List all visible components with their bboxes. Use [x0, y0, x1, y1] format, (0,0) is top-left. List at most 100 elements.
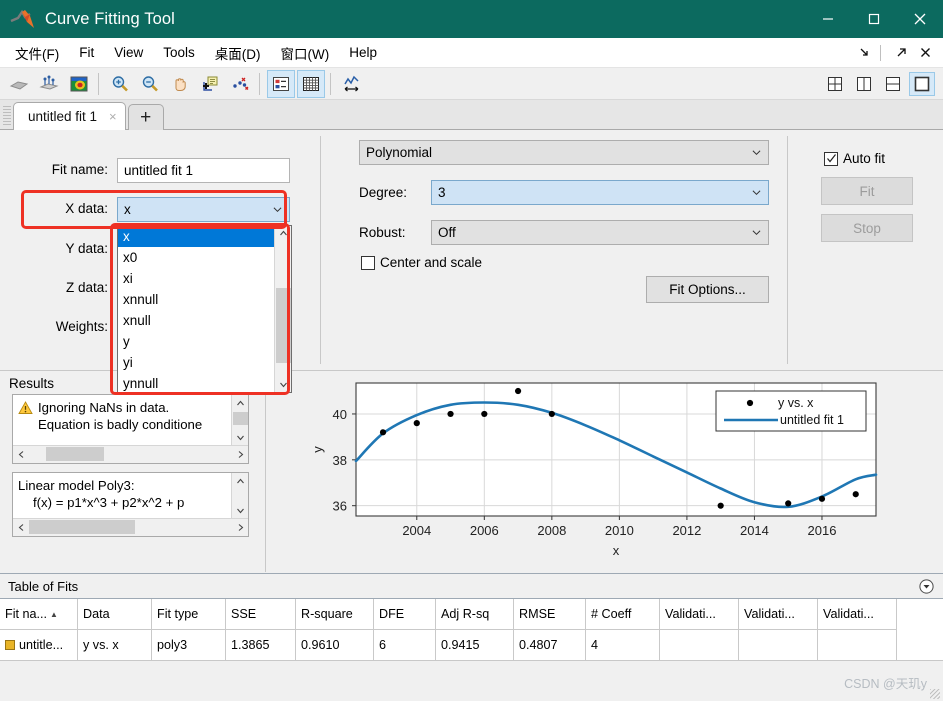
fit-plot-panel[interactable]: 2004 2006 2008 2010 2012 2014 2016 36 38 40 x y y vs… — [265, 370, 943, 572]
dropdown-option-y[interactable]: y — [118, 331, 274, 352]
dropdown-option-xnnull[interactable]: xnnull — [118, 289, 274, 310]
hscroll-thumb[interactable] — [29, 520, 135, 534]
layout-vertical-icon[interactable] — [851, 72, 877, 96]
scroll-up-icon[interactable] — [232, 395, 248, 411]
dropdown-option-x0[interactable]: x0 — [118, 247, 274, 268]
menu-item-tools[interactable]: Tools — [154, 42, 204, 63]
axes-limits-icon[interactable] — [338, 70, 366, 98]
table-cell[interactable]: poly3 — [152, 630, 226, 661]
table-header-cell[interactable]: Validati... — [818, 599, 897, 630]
add-fit-button[interactable]: + — [127, 104, 164, 130]
table-cell[interactable] — [818, 630, 897, 661]
residuals-plot-icon[interactable] — [35, 70, 63, 98]
scroll-down-icon[interactable] — [232, 502, 248, 518]
menu-item-file[interactable]: 文件(F) — [6, 40, 68, 66]
resize-grip[interactable] — [930, 689, 940, 699]
fit-name-input[interactable] — [117, 158, 290, 183]
table-cell[interactable]: 4 — [586, 630, 660, 661]
fit-type-combobox[interactable]: Polynomial — [359, 140, 769, 165]
hscroll-thumb[interactable] — [46, 447, 104, 461]
stop-button[interactable]: Stop — [821, 214, 913, 242]
table-header-cell[interactable]: # Coeff — [586, 599, 660, 630]
minimize-panel-icon[interactable] — [854, 43, 874, 63]
pan-icon[interactable] — [166, 70, 194, 98]
chevron-down-circle-icon[interactable] — [919, 578, 934, 594]
menu-item-help[interactable]: Help — [340, 42, 386, 63]
table-cell[interactable]: 0.9610 — [296, 630, 374, 661]
close-button[interactable] — [897, 0, 943, 38]
menu-item-window[interactable]: 窗口(W) — [272, 40, 339, 66]
fit-plot[interactable]: 2004 2006 2008 2010 2012 2014 2016 36 38 40 x y y vs… — [266, 371, 943, 571]
legend-icon[interactable] — [267, 69, 295, 98]
results-warning-vscroll[interactable] — [231, 395, 248, 445]
scroll-right-icon[interactable] — [232, 523, 248, 532]
close-icon[interactable]: × — [109, 109, 117, 124]
dropdown-scrollbar[interactable] — [274, 226, 291, 392]
vscroll-thumb[interactable] — [233, 412, 248, 425]
dropdown-option-xnull[interactable]: xnull — [118, 310, 274, 331]
table-header-cell[interactable]: Data — [78, 599, 152, 630]
table-header-cell[interactable]: Fit type — [152, 599, 226, 630]
robust-combobox[interactable]: Off — [431, 220, 769, 245]
dropdown-option-xi[interactable]: xi — [118, 268, 274, 289]
undock-icon[interactable] — [891, 43, 911, 63]
center-and-scale-checkbox[interactable]: Center and scale — [361, 255, 482, 270]
table-cell[interactable]: y vs. x — [78, 630, 152, 661]
close-panel-icon[interactable] — [915, 43, 935, 63]
tabstrip-grip[interactable] — [3, 106, 11, 126]
dropdown-option-ynnull[interactable]: ynnull — [118, 373, 274, 392]
layout-quad-icon[interactable] — [822, 72, 848, 96]
auto-fit-checkbox[interactable]: Auto fit — [824, 151, 885, 166]
data-cursor-icon[interactable] — [196, 70, 224, 98]
results-model-hscroll[interactable] — [13, 518, 248, 536]
scroll-down-icon[interactable] — [232, 429, 248, 445]
contour-plot-icon[interactable] — [65, 70, 93, 98]
table-header-cell[interactable]: RMSE — [514, 599, 586, 630]
table-cell[interactable] — [660, 630, 739, 661]
table-cell[interactable]: untitle... — [0, 630, 78, 661]
x-data-combobox[interactable]: x — [117, 197, 290, 222]
dropdown-scroll-thumb[interactable] — [276, 288, 291, 363]
dropdown-option-x[interactable]: x — [118, 226, 274, 247]
dropdown-option-yi[interactable]: yi — [118, 352, 274, 373]
layout-single-icon[interactable] — [909, 71, 935, 96]
table-header-cell[interactable]: Validati... — [739, 599, 818, 630]
surface-plot-icon[interactable] — [5, 70, 33, 98]
degree-combobox[interactable]: 3 — [431, 180, 769, 205]
scroll-down-icon[interactable] — [275, 377, 292, 392]
fit-tab-untitled-fit-1[interactable]: untitled fit 1 × — [13, 102, 126, 130]
zoom-out-icon[interactable] — [136, 70, 164, 98]
exclude-outliers-icon[interactable] — [226, 70, 254, 98]
layout-horizontal-icon[interactable] — [880, 72, 906, 96]
table-header-cell[interactable]: Fit na... ▲ — [0, 599, 78, 630]
table-cell[interactable]: 0.9415 — [436, 630, 514, 661]
menu-item-fit[interactable]: Fit — [70, 42, 103, 63]
table-of-fits[interactable]: Fit na... ▲ Data Fit type SSE R-square DFE Adj … — [0, 598, 943, 661]
scroll-up-icon[interactable] — [275, 226, 291, 241]
zoom-in-icon[interactable] — [106, 70, 134, 98]
scroll-left-icon[interactable] — [13, 523, 29, 532]
table-row[interactable]: untitle... y vs. x poly3 1.3865 0.9610 6 0.941… — [0, 630, 943, 661]
results-model-vscroll[interactable] — [231, 473, 248, 518]
table-cell[interactable] — [739, 630, 818, 661]
scroll-up-icon[interactable] — [232, 473, 248, 489]
scroll-right-icon[interactable] — [232, 450, 248, 459]
fit-options-button[interactable]: Fit Options... — [646, 276, 769, 303]
menu-item-view[interactable]: View — [105, 42, 152, 63]
table-header-cell[interactable]: R-square — [296, 599, 374, 630]
table-cell[interactable]: 6 — [374, 630, 436, 661]
table-header-cell[interactable]: Validati... — [660, 599, 739, 630]
table-cell[interactable]: 1.3865 — [226, 630, 296, 661]
table-header-cell[interactable]: DFE — [374, 599, 436, 630]
table-cell[interactable]: 0.4807 — [514, 630, 586, 661]
maximize-button[interactable] — [851, 0, 897, 38]
results-warning-hscroll[interactable] — [13, 445, 248, 463]
table-header-cell[interactable]: Adj R-sq — [436, 599, 514, 630]
menu-item-desktop[interactable]: 桌面(D) — [206, 40, 270, 66]
grid-icon[interactable] — [297, 69, 325, 98]
x-data-dropdown-list[interactable]: x x0 xi xnnull xnull y yi ynnull — [117, 225, 292, 393]
minimize-button[interactable] — [805, 0, 851, 38]
fit-button[interactable]: Fit — [821, 177, 913, 205]
scroll-left-icon[interactable] — [13, 450, 29, 459]
table-header-cell[interactable]: SSE — [226, 599, 296, 630]
